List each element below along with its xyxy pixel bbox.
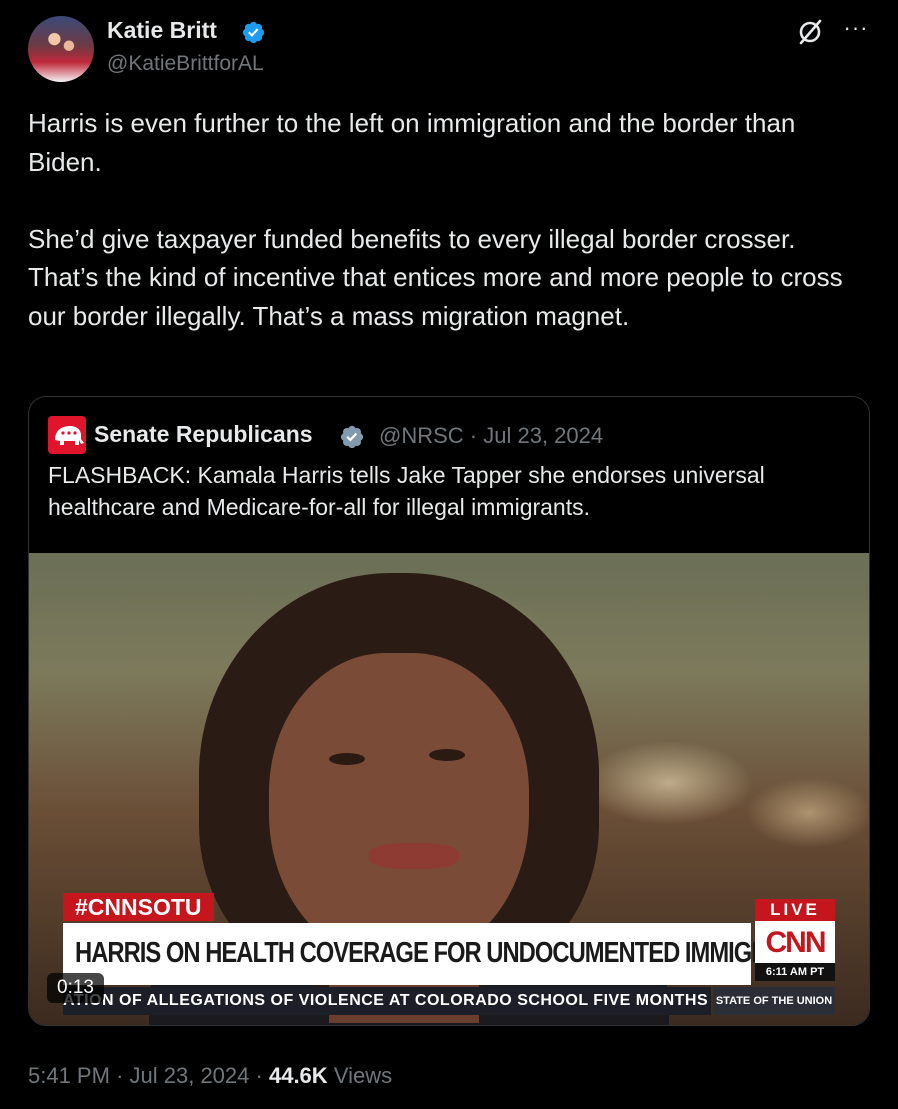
tweet-text: Harris is even further to the left on im… bbox=[28, 108, 843, 331]
author-name[interactable]: Katie Britt bbox=[107, 17, 217, 44]
cnn-hashtag: #CNNSOTU bbox=[63, 893, 214, 921]
network-time: 6:11 AM PT bbox=[755, 963, 835, 981]
verified-badge-icon bbox=[242, 21, 265, 44]
cnn-logo-icon: CNN bbox=[765, 926, 827, 959]
video-frame-face bbox=[269, 653, 529, 963]
meta-separator: · bbox=[469, 423, 478, 448]
video-player[interactable]: #CNNSOTU HARRIS ON HEALTH COVERAGE FOR U… bbox=[29, 553, 869, 1025]
verified-badge-icon bbox=[340, 425, 364, 449]
chyron-headline: HARRIS ON HEALTH COVERAGE FOR UNDOCUMENT… bbox=[75, 937, 829, 969]
quote-meta: @NRSC · Jul 23, 2024 bbox=[379, 423, 603, 449]
quote-author-handle[interactable]: @NRSC bbox=[379, 423, 464, 448]
gop-elephant-icon bbox=[55, 426, 84, 445]
quote-date[interactable]: Jul 23, 2024 bbox=[483, 423, 603, 448]
quoted-tweet[interactable]: Senate Republicans @NRSC · Jul 23, 2024 … bbox=[28, 396, 870, 1026]
quote-text: FLASHBACK: Kamala Harris tells Jake Tapp… bbox=[48, 462, 765, 520]
author-handle[interactable]: @KatieBrittforAL bbox=[107, 52, 264, 76]
show-name: STATE OF THE UNION bbox=[713, 987, 835, 1015]
post-time[interactable]: 5:41 PM bbox=[28, 1063, 110, 1088]
views-label: Views bbox=[333, 1063, 393, 1088]
footer-separator: · bbox=[255, 1063, 263, 1088]
video-frame-eye bbox=[429, 749, 465, 761]
footer-separator: · bbox=[116, 1063, 124, 1088]
author-avatar[interactable] bbox=[28, 16, 94, 82]
quote-avatar[interactable] bbox=[48, 416, 86, 454]
views-count[interactable]: 44.6K bbox=[269, 1063, 328, 1088]
more-icon[interactable]: ··· bbox=[841, 17, 871, 47]
network-bug: CNN 6:11 AM PT bbox=[755, 921, 835, 981]
grok-icon[interactable] bbox=[795, 17, 825, 47]
news-ticker: ATION OF ALLEGATIONS OF VIOLENCE AT COLO… bbox=[63, 987, 711, 1015]
quote-author-name[interactable]: Senate Republicans bbox=[94, 421, 313, 448]
tweet-footer: 5:41 PM · Jul 23, 2024 · 44.6K Views bbox=[28, 1063, 392, 1089]
video-frame-mouth bbox=[369, 843, 459, 869]
chyron: HARRIS ON HEALTH COVERAGE FOR UNDOCUMENT… bbox=[63, 923, 829, 985]
video-frame-eye bbox=[329, 753, 365, 765]
live-badge: LIVE bbox=[755, 899, 835, 921]
video-timer: 0:13 bbox=[47, 973, 104, 1003]
post-date[interactable]: Jul 23, 2024 bbox=[130, 1063, 250, 1088]
